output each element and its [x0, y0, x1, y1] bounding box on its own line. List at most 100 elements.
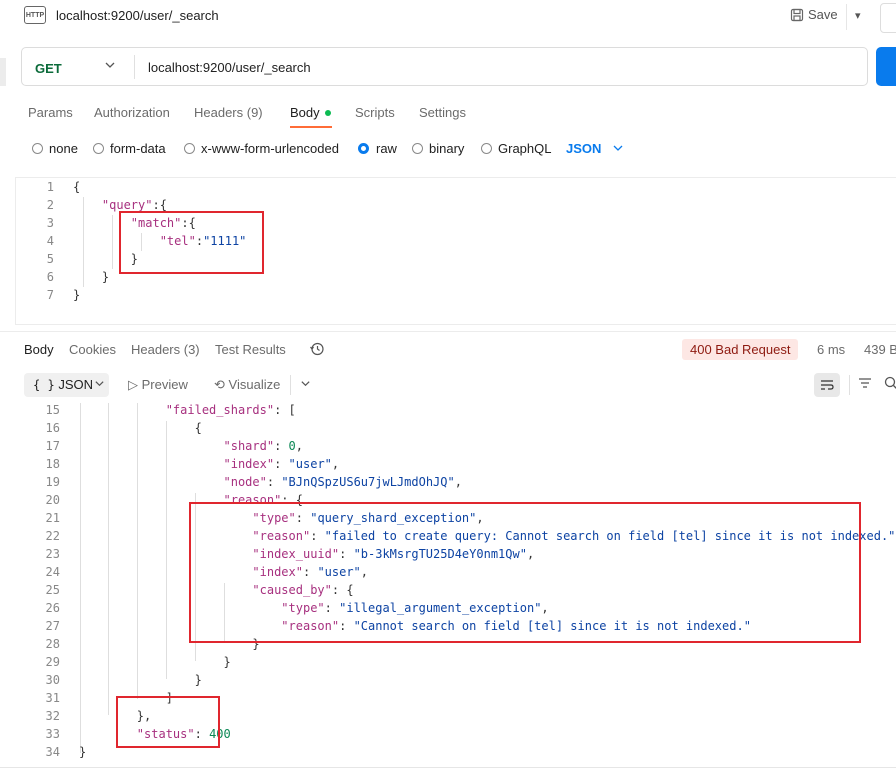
preview-label: Preview	[141, 377, 188, 392]
tab-params[interactable]: Params	[28, 105, 73, 120]
line-number: 23	[45, 547, 60, 561]
radio-graphql[interactable]	[481, 143, 492, 154]
visualize-icon: ⟲	[214, 377, 225, 392]
line-number: 26	[45, 601, 60, 615]
send-button[interactable]	[876, 47, 896, 86]
url-input[interactable]: localhost:9200/user/_search	[148, 60, 311, 75]
code-line: }	[79, 745, 87, 759]
sidebar-edge	[0, 58, 6, 86]
divider	[134, 55, 135, 79]
tab-body[interactable]: Body	[290, 105, 320, 120]
code-line: {	[194, 421, 202, 435]
radio-none[interactable]	[32, 143, 43, 154]
save-label: Save	[808, 7, 838, 22]
active-tab-indicator	[290, 126, 332, 128]
tab-authorization[interactable]: Authorization	[94, 105, 170, 120]
visualize-button[interactable]: ⟲ Visualize	[214, 377, 280, 393]
response-tab-body[interactable]: Body	[24, 342, 54, 357]
radio-form-data[interactable]	[93, 143, 104, 154]
save-icon	[790, 8, 804, 21]
chevron-down-icon[interactable]	[94, 378, 105, 392]
code-line: "failed_shards": [	[165, 403, 296, 417]
line-number: 20	[45, 493, 60, 507]
response-tab-test-results[interactable]: Test Results	[215, 342, 286, 357]
line-number: 24	[45, 565, 60, 579]
code-line: }	[223, 655, 231, 669]
tab-settings[interactable]: Settings	[419, 105, 466, 120]
highlight-box	[116, 696, 220, 748]
history-icon[interactable]	[309, 341, 325, 360]
code-line: }	[194, 673, 202, 687]
line-number: 18	[45, 457, 60, 471]
line-number: 25	[45, 583, 60, 597]
chevron-down-icon[interactable]	[612, 142, 624, 157]
line-number: 33	[45, 727, 60, 741]
line-number: 28	[45, 637, 60, 651]
wrap-lines-icon[interactable]	[814, 373, 840, 397]
radio-binary[interactable]	[412, 143, 423, 154]
divider	[0, 767, 896, 768]
response-tab-cookies[interactable]: Cookies	[69, 342, 116, 357]
save-button[interactable]: Save	[790, 7, 838, 22]
line-number: 1	[46, 180, 54, 194]
code-line: {	[73, 180, 81, 194]
code-line: "query":{	[101, 198, 167, 212]
highlight-box	[189, 502, 861, 643]
language-select[interactable]: JSON	[566, 141, 601, 156]
line-number: 22	[45, 529, 60, 543]
radio-urlencoded[interactable]	[184, 143, 195, 154]
response-size[interactable]: 439 B	[864, 342, 896, 357]
radio-label-binary: binary	[429, 141, 465, 156]
highlight-box	[119, 211, 264, 274]
line-number: 15	[45, 403, 60, 417]
format-value: JSON	[58, 377, 93, 392]
radio-label-urlencoded: x-www-form-urlencoded	[201, 141, 339, 156]
radio-label-none: none	[49, 141, 78, 156]
visualize-label: Visualize	[228, 377, 281, 392]
code-line: }	[73, 288, 81, 302]
request-title[interactable]: localhost:9200/user/_search	[56, 8, 219, 23]
line-number: 19	[45, 475, 60, 489]
braces-icon: { }	[33, 378, 55, 392]
divider	[290, 375, 291, 395]
radio-label-graphql: GraphQL	[498, 141, 552, 156]
line-number: 16	[45, 421, 60, 435]
tab-headers[interactable]: Headers (9)	[194, 105, 263, 120]
modified-dot-icon	[325, 110, 331, 116]
format-label: { } JSON	[33, 377, 93, 392]
code-line: }	[101, 270, 110, 284]
line-number: 7	[46, 288, 54, 302]
line-number: 29	[45, 655, 60, 669]
code-line: "shard": 0,	[223, 439, 304, 453]
line-number: 4	[46, 234, 54, 248]
divider	[849, 375, 850, 395]
code-line: "node": "BJnQSpzUS6u7jwLJmdOhJQ",	[223, 475, 462, 489]
tab-scripts[interactable]: Scripts	[355, 105, 395, 120]
line-number: 21	[45, 511, 60, 525]
response-tab-headers[interactable]: Headers (3)	[131, 342, 200, 357]
filter-icon[interactable]	[858, 376, 872, 392]
line-number: 34	[45, 745, 60, 759]
method-select[interactable]: GET	[35, 61, 62, 76]
radio-raw[interactable]	[358, 143, 369, 154]
line-number: 2	[46, 198, 54, 212]
line-number: 5	[46, 252, 54, 266]
radio-label-raw: raw	[376, 141, 397, 156]
play-icon: ▷	[128, 377, 138, 392]
chevron-down-icon[interactable]: ▾	[855, 9, 861, 22]
chevron-down-icon[interactable]	[104, 59, 116, 74]
status-badge[interactable]: 400 Bad Request	[682, 339, 799, 360]
line-number: 6	[46, 270, 54, 284]
http-request-icon: HTTP	[24, 6, 46, 24]
search-icon[interactable]	[884, 376, 896, 393]
preview-button[interactable]: ▷ Preview	[128, 377, 188, 393]
share-button[interactable]	[880, 3, 896, 33]
radio-label-form-data: form-data	[110, 141, 166, 156]
line-number: 27	[45, 619, 60, 633]
line-number: 17	[45, 439, 60, 453]
chevron-down-icon[interactable]	[300, 378, 311, 392]
code-line: "index": "user",	[223, 457, 340, 471]
line-number: 32	[45, 709, 60, 723]
line-number: 3	[46, 216, 54, 230]
response-time[interactable]: 6 ms	[817, 342, 845, 357]
